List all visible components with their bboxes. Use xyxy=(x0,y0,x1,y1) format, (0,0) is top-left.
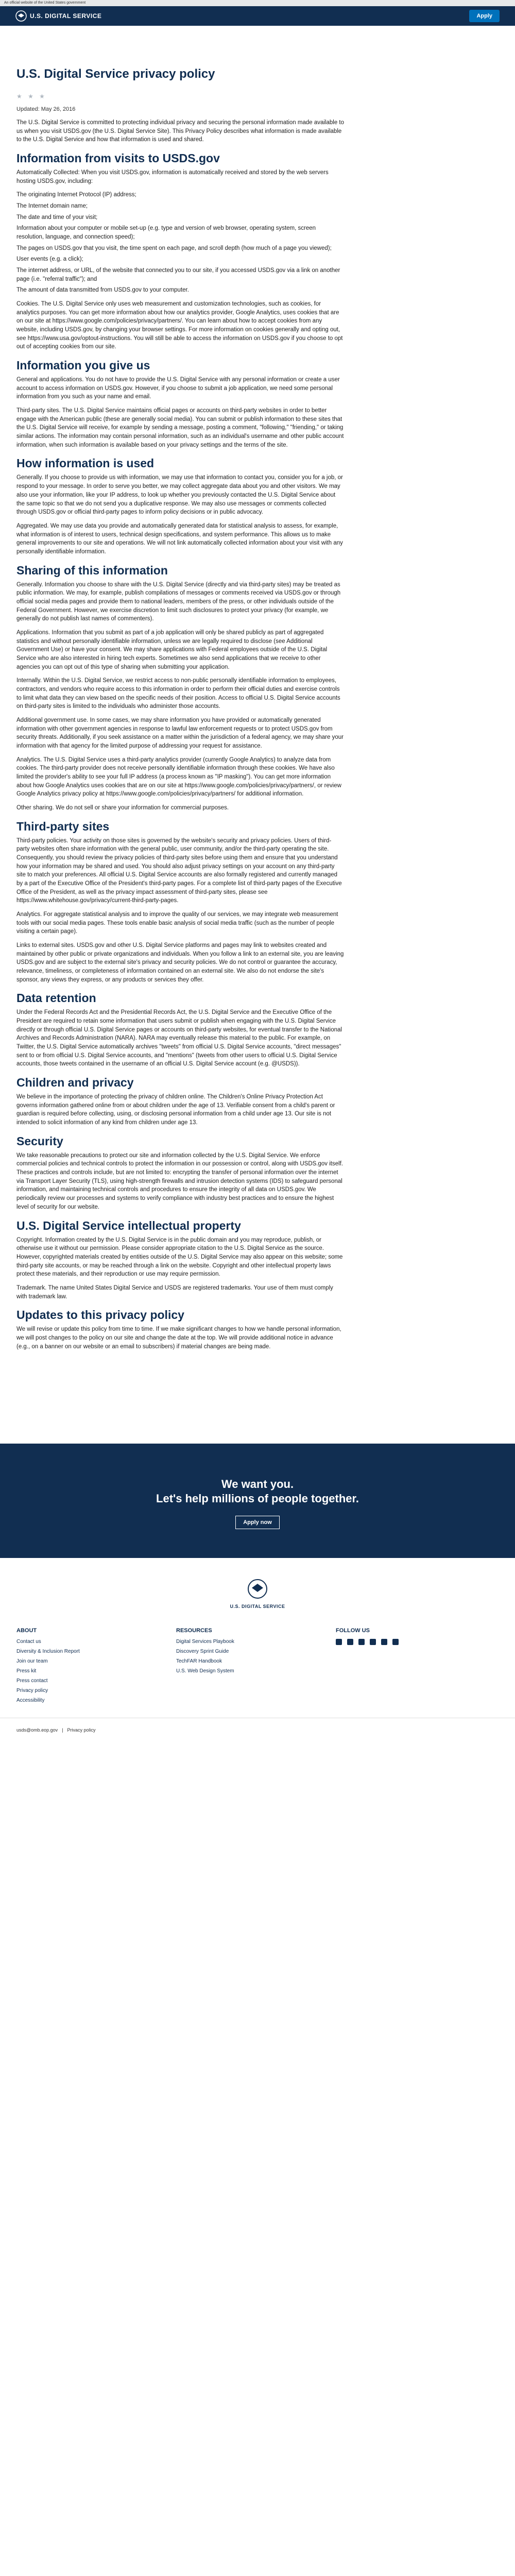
section-paragraph: Third-party policies. Your activity on t… xyxy=(16,837,342,904)
footer-about-column: ABOUT Contact us Diversity & Inclusion R… xyxy=(16,1628,156,1707)
site-logo[interactable]: U.S. DIGITAL SERVICE xyxy=(15,10,101,22)
section-children-privacy: Children and privacy We believe in the i… xyxy=(16,1076,499,1127)
section-title: Information from visits to USDS.gov xyxy=(16,151,220,165)
footer-email[interactable]: usds@omb.eop.gov xyxy=(16,1727,58,1733)
footer-link[interactable]: Accessibility xyxy=(16,1698,156,1703)
section-paragraph: Automatically Collected: When you visit … xyxy=(16,170,329,184)
section-security: Security We take reasonable precautions … xyxy=(16,1134,499,1212)
usds-eagle-icon xyxy=(248,1579,267,1599)
section-title: Third-party sites xyxy=(16,819,110,833)
section-sharing: Sharing of this information Generally. I… xyxy=(16,564,499,812)
section-title: U.S. Digital Service intellectual proper… xyxy=(16,1218,241,1232)
footer-divider: | xyxy=(62,1727,63,1733)
main-content: U.S. Digital Service privacy policy ★ ★ … xyxy=(0,67,515,1351)
footer-follow-column: FOLLOW US xyxy=(336,1628,475,1707)
collected-info-list: The originating Internet Protocol (IP) a… xyxy=(16,191,344,295)
site-footer: U.S. DIGITAL SERVICE ABOUT Contact us Di… xyxy=(0,1558,515,1742)
gov-banner: An official website of the United States… xyxy=(0,0,515,6)
list-item: The originating Internet Protocol (IP) a… xyxy=(16,192,136,198)
footer-link[interactable]: Press contact xyxy=(16,1678,156,1684)
section-updates: Updates to this privacy policy We will r… xyxy=(16,1308,499,1351)
footer-privacy-link[interactable]: Privacy policy xyxy=(67,1727,96,1733)
medium-icon[interactable] xyxy=(392,1639,399,1646)
cta-line2: Let's help millions of people together. xyxy=(156,1492,359,1505)
section-title: Children and privacy xyxy=(16,1076,134,1090)
footer-column-title: FOLLOW US xyxy=(336,1628,370,1634)
github-icon[interactable] xyxy=(336,1639,342,1646)
section-how-information-used: How information is used Generally. If yo… xyxy=(16,456,499,556)
footer-column-title: ABOUT xyxy=(16,1628,37,1634)
section-paragraph: Analytics. For aggregate statistical ana… xyxy=(16,911,338,935)
section-paragraph: Generally. Information you choose to sha… xyxy=(16,581,341,622)
footer-link[interactable]: Digital Services Playbook xyxy=(176,1639,315,1645)
section-paragraph: Generally. If you choose to provide us w… xyxy=(16,474,343,516)
list-item: Information about your computer or mobil… xyxy=(16,225,316,241)
section-paragraph: Applications. Information that you submi… xyxy=(16,629,328,670)
footer-link[interactable]: Discovery Sprint Guide xyxy=(176,1649,315,1654)
section-third-party-sites: Third-party sites Third-party policies. … xyxy=(16,820,499,985)
cta-line1: We want you. xyxy=(221,1478,294,1491)
section-paragraph: Trademark. The name United States Digita… xyxy=(16,1284,333,1300)
list-item: The internet address, or URL, of the web… xyxy=(16,267,340,282)
list-item: The date and time of your visit; xyxy=(16,214,98,221)
section-information-you-give: Information you give us General and appl… xyxy=(16,359,499,449)
section-paragraph: We take reasonable precautions to protec… xyxy=(16,1152,344,1210)
instagram-icon[interactable] xyxy=(347,1639,353,1646)
section-title: Updates to this privacy policy xyxy=(16,1308,184,1322)
section-title: Security xyxy=(16,1134,63,1148)
footer-logo[interactable]: U.S. DIGITAL SERVICE xyxy=(0,1579,515,1609)
section-title: Information you give us xyxy=(16,359,150,372)
section-title: How information is used xyxy=(16,456,154,470)
section-paragraph: Third-party sites. The U.S. Digital Serv… xyxy=(16,408,344,448)
section-paragraph: Cookies. The U.S. Digital Service only u… xyxy=(16,301,343,350)
section-paragraph: We believe in the importance of protecti… xyxy=(16,1094,335,1126)
section-title: Sharing of this information xyxy=(16,563,168,577)
footer-bottom: usds@omb.eop.gov | Privacy policy xyxy=(0,1718,515,1742)
apply-button[interactable]: Apply xyxy=(469,10,500,22)
section-paragraph: We will revise or update this policy fro… xyxy=(16,1326,341,1350)
list-item: The pages on USDS.gov that you visit, th… xyxy=(16,245,332,251)
footer-link[interactable]: Privacy policy xyxy=(16,1688,156,1693)
footer-link[interactable]: Join our team xyxy=(16,1658,156,1664)
section-title: Data retention xyxy=(16,991,96,1005)
site-header: U.S. DIGITAL SERVICE Apply xyxy=(0,6,515,26)
section-paragraph: Under the Federal Records Act and the Pr… xyxy=(16,1009,342,1067)
section-intellectual-property: U.S. Digital Service intellectual proper… xyxy=(16,1219,499,1301)
footer-link[interactable]: Contact us xyxy=(16,1639,156,1645)
section-paragraph: Analytics. The U.S. Digital Service uses… xyxy=(16,756,341,798)
usds-eagle-icon xyxy=(15,10,27,22)
section-paragraph: Other sharing. We do not sell or share y… xyxy=(16,804,229,811)
footer-link[interactable]: Diversity & Inclusion Report xyxy=(16,1649,156,1654)
footer-link[interactable]: TechFAR Handbook xyxy=(176,1658,315,1664)
footer-link[interactable]: U.S. Web Design System xyxy=(176,1668,315,1674)
section-paragraph: Internally. Within the U.S. Digital Serv… xyxy=(16,677,340,710)
footer-column-title: RESOURCES xyxy=(176,1628,212,1634)
intro-paragraph: The U.S. Digital Service is committed to… xyxy=(16,120,345,143)
list-item: The Internet domain name; xyxy=(16,203,88,210)
stars-decoration: ★ ★ ★ xyxy=(16,93,47,100)
section-data-retention: Data retention Under the Federal Records… xyxy=(16,991,499,1069)
section-paragraph: Aggregated. We may use data you provide … xyxy=(16,522,343,555)
linkedin-icon[interactable] xyxy=(370,1639,376,1646)
section-paragraph: Additional government use. In some cases… xyxy=(16,717,344,749)
section-paragraph: Links to external sites. USDS.gov and ot… xyxy=(16,942,344,983)
section-paragraph: General and applications. You do not hav… xyxy=(16,377,340,400)
footer-link[interactable]: Press kit xyxy=(16,1668,156,1674)
page-title: U.S. Digital Service privacy policy xyxy=(16,67,215,81)
apply-now-button[interactable]: Apply now xyxy=(235,1516,280,1530)
list-item: User events (e.g. a click); xyxy=(16,256,83,263)
updated-date: Updated: May 26, 2016 xyxy=(16,106,76,112)
list-item: The amount of data transmitted from USDS… xyxy=(16,287,189,294)
youtube-icon[interactable] xyxy=(381,1639,387,1646)
section-information-from-visits: Information from visits to USDS.gov Auto… xyxy=(16,151,499,351)
cta-banner: We want you. Let's help millions of peop… xyxy=(0,1444,515,1558)
footer-logo-text: U.S. DIGITAL SERVICE xyxy=(230,1604,285,1609)
logo-text: U.S. DIGITAL SERVICE xyxy=(30,12,102,20)
twitter-icon[interactable] xyxy=(358,1639,365,1646)
section-paragraph: Copyright. Information created by the U.… xyxy=(16,1236,343,1278)
footer-resources-column: RESOURCES Digital Services Playbook Disc… xyxy=(176,1628,315,1707)
